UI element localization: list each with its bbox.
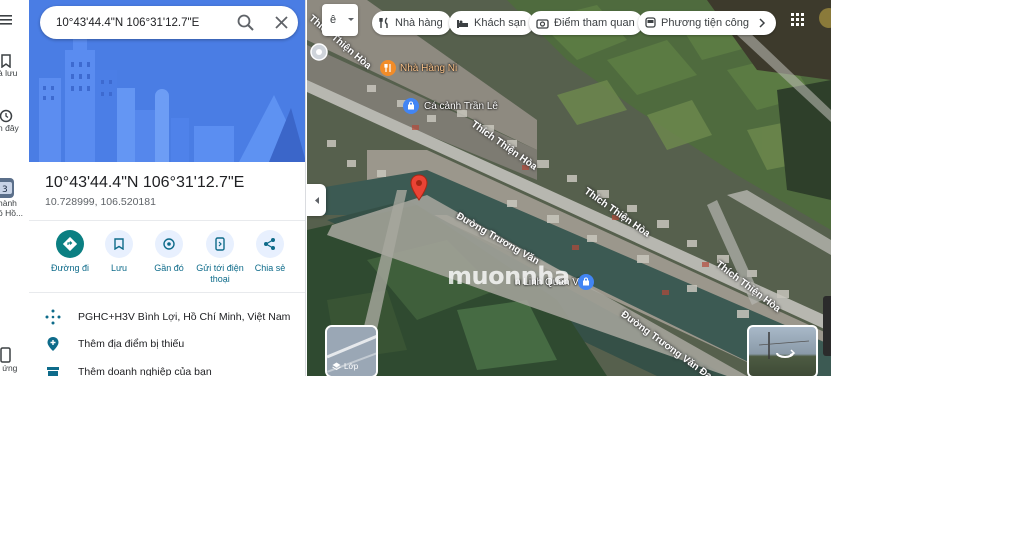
phone-icon: [0, 347, 11, 363]
apps-grid-icon[interactable]: [791, 13, 805, 27]
layers-icon: [332, 362, 341, 371]
plus-code-text: PGHC+H3V Bình Lợi, Hồ Chí Minh, Việt Nam: [78, 311, 291, 323]
nearby-icon: [163, 238, 175, 250]
layers-button[interactable]: Lớp: [325, 325, 378, 376]
place-title: 10°43'44.4"N 106°31'12.7"E: [45, 174, 245, 191]
left-rail: à lưu n đây 3 hành ồ Hồ... i ứng: [0, 0, 29, 376]
restaurant-label[interactable]: Nhà Hàng Ni: [400, 63, 457, 74]
rail-item-phone[interactable]: i ứng: [0, 347, 29, 373]
chip-label: Điểm tham quan: [554, 17, 635, 29]
share-icon: [264, 238, 275, 250]
add-place-text: Thêm địa điểm bị thiếu: [78, 338, 185, 350]
shopping-bag-icon: [583, 277, 589, 286]
rail-item-app[interactable]: 3 hành ồ Hồ...: [0, 178, 29, 218]
street-view-preview: [758, 332, 810, 359]
close-icon: [275, 16, 288, 29]
satellite-imagery: [307, 0, 831, 376]
layers-text: Lớp: [344, 362, 359, 371]
transit-icon: [645, 17, 656, 28]
watermark: muonnha: [447, 262, 570, 290]
map-controls-edge[interactable]: [823, 296, 831, 356]
store-icon: [47, 367, 59, 376]
lower-place-marker[interactable]: [578, 274, 594, 290]
camera-icon: [536, 19, 549, 29]
share-button[interactable]: Chia sẻ: [240, 230, 300, 274]
shopping-bag-icon: [408, 101, 414, 110]
search-icon: [237, 14, 254, 31]
search-box[interactable]: [40, 6, 298, 39]
maps-window: à lưu n đây 3 hành ồ Hồ... i ứng: [0, 0, 831, 376]
restaurant-marker[interactable]: [380, 60, 396, 76]
rail-item-recent[interactable]: n đây: [0, 109, 29, 133]
location-dot-icon[interactable]: [310, 43, 328, 61]
chip-label: Phương tiện công: [661, 17, 749, 29]
layers-label: Lớp: [332, 362, 358, 371]
search-button[interactable]: [236, 13, 256, 33]
bookmark-icon: [114, 238, 124, 250]
rail-label-phone: i ứng: [0, 363, 18, 373]
plus-code-icon: [45, 309, 61, 325]
history-icon: [0, 109, 13, 123]
place-coordinates: 10.728999, 106.520181: [45, 196, 156, 208]
divider: [29, 292, 305, 293]
location-pin-icon[interactable]: [409, 174, 429, 202]
search-input[interactable]: [56, 15, 226, 31]
street-view-thumbnail[interactable]: [747, 325, 818, 376]
store-label[interactable]: Cá cảnh Trần Lê: [424, 101, 498, 112]
add-business-row[interactable]: Thêm doanh nghiệp của bạn: [45, 363, 212, 376]
action-label-line2: thoại: [210, 274, 230, 284]
add-place-row[interactable]: Thêm địa điểm bị thiếu: [45, 335, 184, 353]
chip-hotels[interactable]: Khách sạn: [449, 11, 534, 35]
clear-search-button[interactable]: [272, 13, 292, 33]
map-canvas[interactable]: Thích Thiện Hòa Thích Thiện Hòa Thích Th…: [307, 0, 831, 376]
chevron-left-icon: [314, 196, 319, 204]
language-label: ê: [330, 14, 337, 26]
restaurant-icon: [379, 17, 388, 28]
rail-label-app-1: hành: [0, 198, 17, 208]
chevron-down-icon: [348, 18, 354, 21]
app-thumbnail-icon: 3: [0, 178, 14, 198]
action-label: Chia sẻ: [254, 263, 286, 273]
divider: [29, 220, 305, 221]
hero-illustration: [29, 0, 305, 162]
bookmark-icon: [1, 54, 11, 68]
rail-label-recent: n đây: [0, 123, 19, 133]
language-button[interactable]: ê: [322, 4, 358, 36]
plus-code-row[interactable]: PGHC+H3V Bình Lợi, Hồ Chí Minh, Việt Nam: [45, 308, 290, 326]
add-location-icon: [47, 337, 59, 351]
rail-label-saved: à lưu: [0, 68, 18, 78]
add-business-text: Thêm doanh nghiệp của bạn: [78, 366, 212, 376]
directions-icon: [63, 237, 77, 251]
store-marker[interactable]: [403, 98, 419, 114]
chip-label: Nhà hàng: [395, 17, 443, 29]
rail-item-saved[interactable]: à lưu: [0, 54, 29, 78]
chip-attractions[interactable]: Điểm tham quan: [529, 11, 643, 35]
menu-icon: [0, 15, 12, 25]
chip-label: Khách sạn: [474, 17, 526, 29]
send-to-phone-icon: [215, 237, 225, 251]
chip-restaurants[interactable]: Nhà hàng: [372, 11, 451, 35]
hotel-icon: [457, 19, 468, 28]
fork-knife-icon: [384, 64, 391, 72]
chevron-right-icon: [759, 18, 766, 28]
menu-button[interactable]: [0, 14, 29, 26]
rail-label-app-2: ồ Hồ...: [0, 208, 24, 218]
collapse-panel-button[interactable]: [307, 184, 326, 216]
place-panel: 10°43'44.4"N 106°31'12.7"E 10.728999, 10…: [29, 0, 306, 376]
chip-transit[interactable]: Phương tiện công: [638, 11, 776, 35]
svg-text:3: 3: [2, 185, 8, 195]
